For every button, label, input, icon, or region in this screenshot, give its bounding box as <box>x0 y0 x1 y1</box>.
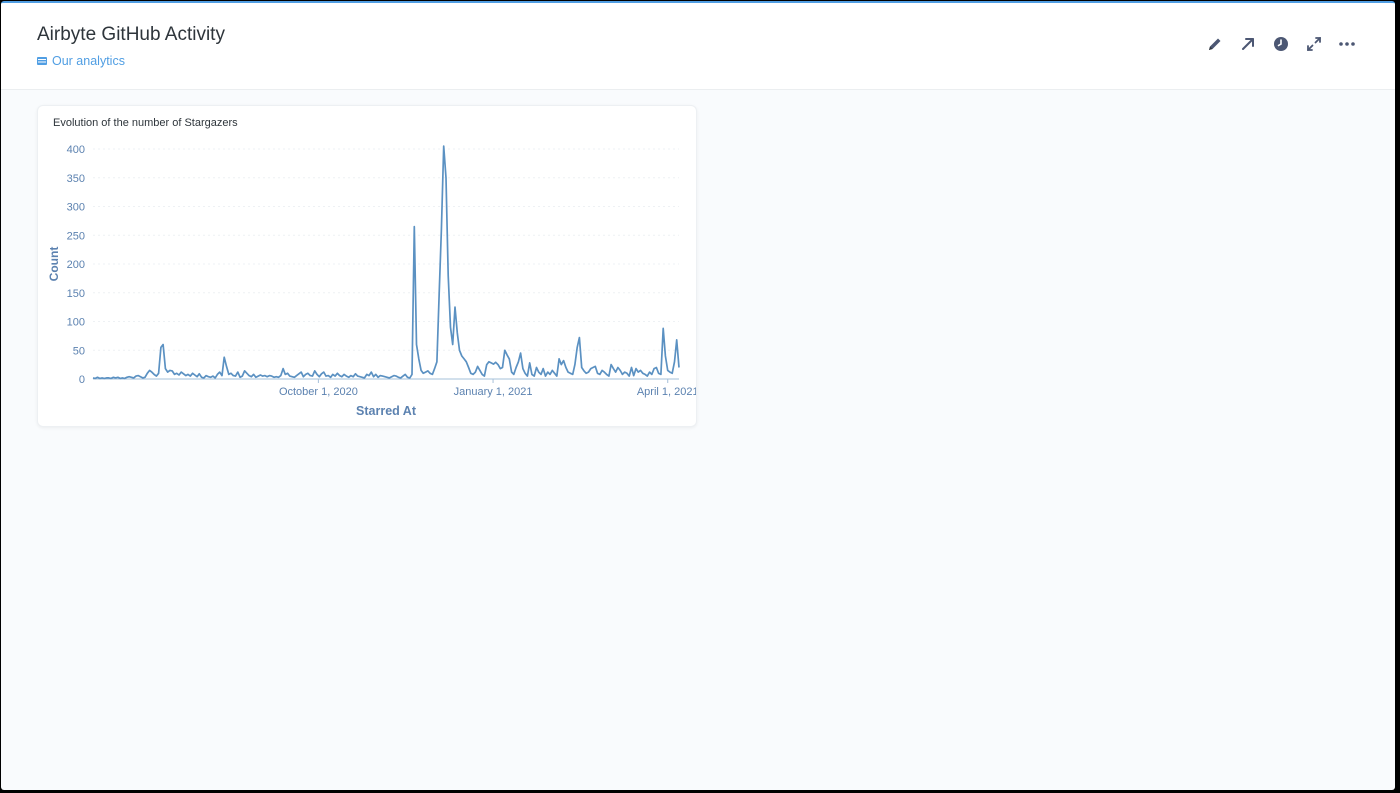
y-tick-label: 250 <box>67 230 85 242</box>
collection-link[interactable]: Our analytics <box>37 54 125 68</box>
y-tick-label: 300 <box>67 202 85 214</box>
ellipsis-icon <box>1339 42 1355 46</box>
y-axis-label: Count <box>47 247 61 282</box>
y-tick-label: 400 <box>67 144 85 156</box>
pencil-icon <box>1209 38 1221 50</box>
y-tick-label: 0 <box>79 374 85 386</box>
fullscreen-button[interactable] <box>1304 34 1324 54</box>
auto-refresh-button[interactable] <box>1271 34 1291 54</box>
x-tick-label: January 1, 2021 <box>454 386 533 398</box>
edit-dashboard-button[interactable] <box>1205 34 1225 54</box>
x-axis-label: Starred At <box>356 404 417 418</box>
y-tick-label: 50 <box>73 345 85 357</box>
fullscreen-icon <box>1307 37 1321 51</box>
share-button[interactable] <box>1238 34 1258 54</box>
app-window: Airbyte GitHub Activity Our analytics Ev… <box>1 1 1395 790</box>
y-tick-label: 150 <box>67 288 85 300</box>
dashboard-header: Airbyte GitHub Activity Our analytics <box>1 3 1395 90</box>
y-tick-label: 100 <box>67 317 85 329</box>
collection-icon <box>37 57 47 65</box>
x-tick-label: April 1, 2021 <box>637 386 696 398</box>
share-arrow-icon <box>1242 38 1254 50</box>
stargazers-card[interactable]: Evolution of the number of Stargazers 05… <box>37 105 697 427</box>
y-tick-label: 200 <box>67 259 85 271</box>
dashboard-title: Airbyte GitHub Activity <box>37 24 225 45</box>
y-tick-label: 350 <box>67 173 85 185</box>
more-button[interactable] <box>1337 34 1357 54</box>
line-chart: 0 50 100 150 200 250 300 350 400 October 1, 2020 J… <box>47 144 696 418</box>
series-line <box>92 145 680 380</box>
clock-icon <box>1274 37 1288 51</box>
x-tick-label: October 1, 2020 <box>279 386 358 398</box>
dashboard-actions <box>1205 34 1357 54</box>
collection-label: Our analytics <box>52 54 125 68</box>
